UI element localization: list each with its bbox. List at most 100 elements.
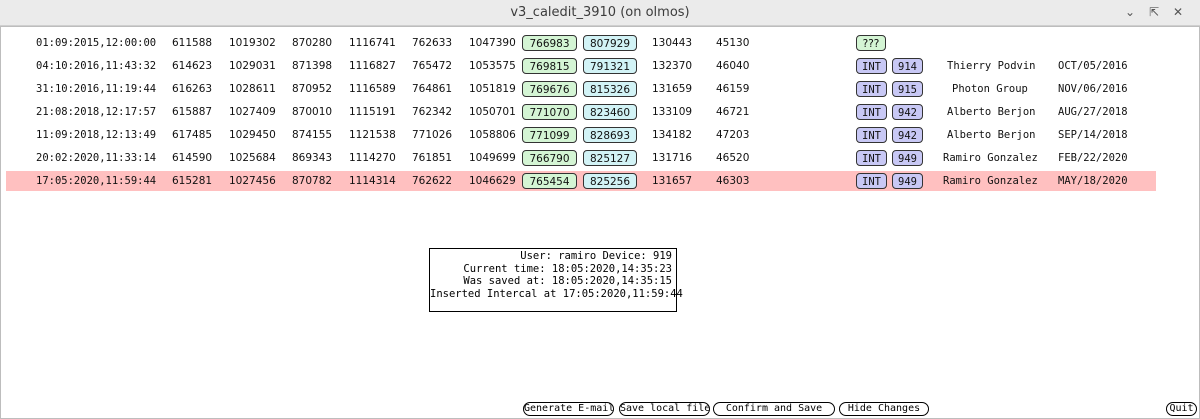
hide-changes-button[interactable]: Hide Changes bbox=[839, 402, 929, 416]
row-value: 131716 bbox=[652, 152, 693, 164]
row-value: 1049699 bbox=[469, 152, 516, 164]
type-badge[interactable]: INT bbox=[856, 81, 887, 97]
green-value-box[interactable]: 766983 bbox=[522, 35, 577, 51]
row-value: 871398 bbox=[292, 60, 333, 72]
table-row[interactable]: 21:08:2018,12:17:57 615887 1027409 87001… bbox=[6, 102, 1156, 122]
row-value: 132370 bbox=[652, 60, 693, 72]
row-value: 611588 bbox=[172, 37, 213, 49]
close-icon[interactable]: ✕ bbox=[1170, 4, 1186, 20]
row-day: NOV/06/2016 bbox=[1058, 83, 1128, 95]
row-value: 46303 bbox=[716, 175, 750, 187]
generate-email-button[interactable]: Generate E-mail bbox=[523, 402, 614, 416]
table-row-selected[interactable]: 17:05:2020,11:59:44 615281 1027456 87078… bbox=[6, 171, 1156, 191]
quit-button[interactable]: Quit bbox=[1166, 402, 1197, 416]
device-number-badge[interactable]: 949 bbox=[892, 173, 923, 189]
row-value: 771026 bbox=[412, 129, 453, 141]
row-day: SEP/14/2018 bbox=[1058, 129, 1128, 141]
type-badge[interactable]: ??? bbox=[856, 35, 886, 51]
row-value: 46040 bbox=[716, 60, 750, 72]
row-value: 1058806 bbox=[469, 129, 516, 141]
row-value: 1115191 bbox=[349, 106, 396, 118]
cyan-value-box[interactable]: 807929 bbox=[583, 35, 637, 51]
row-value: 874155 bbox=[292, 129, 333, 141]
title-bar: v3_caledit_3910 (on olmos) ⌄ ⇱ ✕ bbox=[0, 0, 1200, 26]
info-user-device: User: ramiro Device: 919 bbox=[520, 250, 672, 262]
table-row[interactable]: 04:10:2016,11:43:32 614623 1029031 87139… bbox=[6, 56, 1156, 76]
row-value: 1053575 bbox=[469, 60, 516, 72]
cyan-value-box[interactable]: 825256 bbox=[583, 173, 637, 189]
row-value: 1116741 bbox=[349, 37, 396, 49]
row-value: 870010 bbox=[292, 106, 333, 118]
row-value: 615887 bbox=[172, 106, 213, 118]
cyan-value-box[interactable]: 815326 bbox=[583, 81, 637, 97]
row-value: 45130 bbox=[716, 37, 750, 49]
row-value: 1025684 bbox=[229, 152, 276, 164]
type-badge[interactable]: INT bbox=[856, 58, 887, 74]
green-value-box[interactable]: 771099 bbox=[522, 127, 577, 143]
table-row[interactable]: 01:09:2015,12:00:00 611588 1019302 87028… bbox=[6, 33, 1156, 53]
row-value: 1116589 bbox=[349, 83, 396, 95]
table-row[interactable]: 31:10:2016,11:19:44 616263 1028611 87095… bbox=[6, 79, 1156, 99]
row-value: 1121538 bbox=[349, 129, 396, 141]
green-value-box[interactable]: 771070 bbox=[522, 104, 577, 120]
row-day: FEB/22/2020 bbox=[1058, 152, 1128, 164]
row-value: 1029031 bbox=[229, 60, 276, 72]
row-value: 870952 bbox=[292, 83, 333, 95]
row-value: 1050701 bbox=[469, 106, 516, 118]
row-value: 1046629 bbox=[469, 175, 516, 187]
cyan-value-box[interactable]: 823460 bbox=[583, 104, 637, 120]
row-value: 1047390 bbox=[469, 37, 516, 49]
device-number-badge[interactable]: 942 bbox=[892, 127, 923, 143]
row-value: 1116827 bbox=[349, 60, 396, 72]
window-title: v3_caledit_3910 (on olmos) bbox=[510, 5, 690, 20]
row-value: 614590 bbox=[172, 152, 213, 164]
row-operator: Alberto Berjon bbox=[947, 106, 1036, 118]
type-badge[interactable]: INT bbox=[856, 173, 887, 189]
info-inserted-intercal: Inserted Intercal at 17:05:2020,11:59:44 bbox=[430, 287, 683, 300]
cyan-value-box[interactable]: 828693 bbox=[583, 127, 637, 143]
type-badge[interactable]: INT bbox=[856, 150, 887, 166]
row-operator: Photon Group bbox=[952, 83, 1028, 95]
row-operator: Thierry Podvin bbox=[947, 60, 1036, 72]
row-value: 614623 bbox=[172, 60, 213, 72]
cyan-value-box[interactable]: 791321 bbox=[583, 58, 637, 74]
restore-icon[interactable]: ⇱ bbox=[1146, 4, 1162, 20]
save-local-file-button[interactable]: Save local file bbox=[619, 402, 710, 416]
row-value: 762342 bbox=[412, 106, 453, 118]
row-operator: Alberto Berjon bbox=[947, 129, 1036, 141]
green-value-box[interactable]: 765454 bbox=[522, 173, 577, 189]
row-operator: Ramiro Gonzalez bbox=[943, 152, 1038, 164]
type-badge[interactable]: INT bbox=[856, 127, 887, 143]
row-value: 765472 bbox=[412, 60, 453, 72]
device-number-badge[interactable]: 942 bbox=[892, 104, 923, 120]
type-badge[interactable]: INT bbox=[856, 104, 887, 120]
row-value: 616263 bbox=[172, 83, 213, 95]
minimize-icon[interactable]: ⌄ bbox=[1122, 4, 1138, 20]
green-value-box[interactable]: 766790 bbox=[522, 150, 577, 166]
row-value: 131659 bbox=[652, 83, 693, 95]
row-operator: Ramiro Gonzalez bbox=[943, 175, 1038, 187]
row-value: 133109 bbox=[652, 106, 693, 118]
device-number-badge[interactable]: 915 bbox=[892, 81, 923, 97]
row-value: 131657 bbox=[652, 175, 693, 187]
cyan-value-box[interactable]: 825127 bbox=[583, 150, 637, 166]
device-number-badge[interactable]: 914 bbox=[892, 58, 923, 74]
row-value: 1114270 bbox=[349, 152, 396, 164]
row-value: 869343 bbox=[292, 152, 333, 164]
row-value: 1027409 bbox=[229, 106, 276, 118]
row-value: 1114314 bbox=[349, 175, 396, 187]
row-value: 764861 bbox=[412, 83, 453, 95]
row-date: 01:09:2015,12:00:00 bbox=[36, 37, 157, 49]
confirm-and-save-button[interactable]: Confirm and Save bbox=[713, 402, 835, 416]
info-saved-at: Was saved at: 18:05:2020,14:35:15 bbox=[463, 275, 672, 287]
green-value-box[interactable]: 769676 bbox=[522, 81, 577, 97]
row-value: 1027456 bbox=[229, 175, 276, 187]
row-value: 761851 bbox=[412, 152, 453, 164]
row-value: 617485 bbox=[172, 129, 213, 141]
row-value: 134182 bbox=[652, 129, 693, 141]
green-value-box[interactable]: 769815 bbox=[522, 58, 577, 74]
row-value: 1028611 bbox=[229, 83, 276, 95]
table-row[interactable]: 11:09:2018,12:13:49 617485 1029450 87415… bbox=[6, 125, 1156, 145]
table-row[interactable]: 20:02:2020,11:33:14 614590 1025684 86934… bbox=[6, 148, 1156, 168]
device-number-badge[interactable]: 949 bbox=[892, 150, 923, 166]
